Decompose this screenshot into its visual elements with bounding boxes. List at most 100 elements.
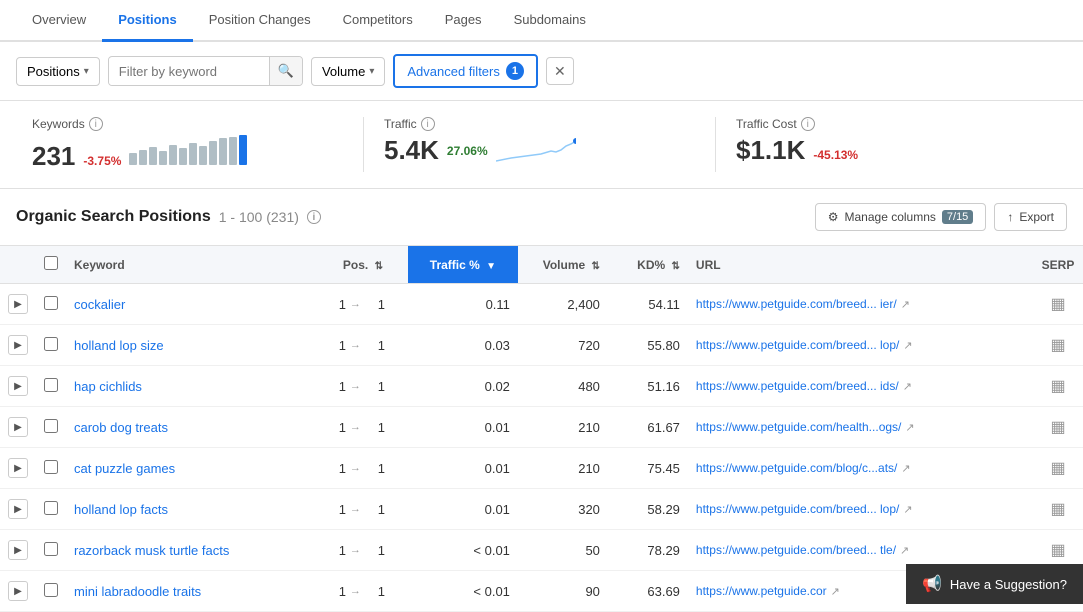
serp-icon[interactable]: ▦ [1050,337,1065,354]
advanced-filters-button[interactable]: Advanced filters 1 [393,54,538,88]
kd-value: 51.16 [647,379,680,394]
volume-dropdown-arrow-icon: ▾ [369,66,374,77]
expand-button[interactable]: ▶ [8,376,28,396]
col-pos-header[interactable]: Pos. ⇅ [318,246,408,284]
keyword-link[interactable]: holland lop facts [74,502,168,517]
row-checkbox[interactable] [44,460,58,474]
row-checkbox[interactable] [44,337,58,351]
row-checkbox[interactable] [44,378,58,392]
row-checkbox[interactable] [44,583,58,597]
row-checkbox[interactable] [44,542,58,556]
serp-icon[interactable]: ▦ [1050,419,1065,436]
keyword-link[interactable]: carob dog treats [74,420,168,435]
external-link-icon[interactable]: ↗ [900,544,909,557]
serp-icon[interactable]: ▦ [1050,378,1065,395]
section-header: Organic Search Positions 1 - 100 (231) i… [0,189,1083,245]
keyword-link[interactable]: cockalier [74,297,125,312]
tab-position-changes[interactable]: Position Changes [193,0,327,42]
col-url-header[interactable]: URL [688,246,1033,284]
bar [129,153,137,165]
keyword-cell: mini labradoodle traits [66,571,318,612]
external-link-icon[interactable]: ↗ [901,462,910,475]
row-checkbox[interactable] [44,501,58,515]
section-info-icon[interactable]: i [307,210,321,224]
manage-columns-button[interactable]: ⚙ Manage columns 7/15 [815,203,987,231]
expand-cell: ▶ [0,325,36,366]
url-link[interactable]: https://www.petguide.com/breed... ids/ [696,379,899,393]
url-link[interactable]: https://www.petguide.com/breed... ier/ [696,297,897,311]
url-link[interactable]: https://www.petguide.com/breed... tle/ [696,543,896,557]
url-link[interactable]: https://www.petguide.cor [696,584,827,598]
traffic-cell: 0.03 [408,325,518,366]
kd-value: 58.29 [647,502,680,517]
keyword-link[interactable]: razorback musk turtle facts [74,543,229,558]
tab-competitors[interactable]: Competitors [327,0,429,42]
external-link-icon[interactable]: ↗ [905,421,914,434]
pos-arrow-icon: → [350,544,361,556]
row-checkbox[interactable] [44,419,58,433]
expand-button[interactable]: ▶ [8,581,28,601]
traffic-label: Traffic [384,117,417,131]
serp-cell: ▦ [1033,448,1083,489]
traffic-cost-label: Traffic Cost [736,117,797,131]
tab-positions[interactable]: Positions [102,0,193,42]
export-icon: ↑ [1007,210,1013,224]
url-link[interactable]: https://www.petguide.com/breed... lop/ [696,338,899,352]
select-all-checkbox[interactable] [44,256,58,270]
suggestion-banner[interactable]: 📢 Have a Suggestion? [906,564,1083,604]
pos-cell: 1 → 1 [318,407,408,448]
external-link-icon[interactable]: ↗ [903,380,912,393]
expand-button[interactable]: ▶ [8,335,28,355]
kd-sort-icon: ⇅ [672,261,680,272]
serp-icon[interactable]: ▦ [1050,296,1065,313]
expand-button[interactable]: ▶ [8,458,28,478]
col-serp-header[interactable]: SERP [1033,246,1083,284]
kd-value: 61.67 [647,420,680,435]
volume-dropdown[interactable]: Volume ▾ [311,57,385,86]
keywords-change: -3.75% [83,154,121,168]
url-link[interactable]: https://www.petguide.com/breed... lop/ [696,502,899,516]
keyword-link[interactable]: cat puzzle games [74,461,175,476]
serp-icon[interactable]: ▦ [1050,460,1065,477]
suggestion-label: Have a Suggestion? [950,577,1067,592]
expand-button[interactable]: ▶ [8,294,28,314]
col-volume-header[interactable]: Volume ⇅ [518,246,608,284]
volume-cell: 720 [518,325,608,366]
tab-overview[interactable]: Overview [16,0,102,42]
keywords-info-icon[interactable]: i [89,117,103,131]
external-link-icon[interactable]: ↗ [903,503,912,516]
volume-value: 50 [585,543,599,558]
col-keyword-header[interactable]: Keyword [66,246,318,284]
external-link-icon[interactable]: ↗ [903,339,912,352]
external-link-icon[interactable]: ↗ [901,298,910,311]
checkbox-cell [36,366,66,407]
external-link-icon[interactable]: ↗ [831,585,840,598]
url-link[interactable]: https://www.petguide.com/blog/c...ats/ [696,461,897,475]
results-table-wrapper: Keyword Pos. ⇅ Traffic % ▼ Volume ⇅ KD% … [0,245,1083,612]
traffic-info-icon[interactable]: i [421,117,435,131]
tab-subdomains[interactable]: Subdomains [498,0,602,42]
kd-cell: 55.80 [608,325,688,366]
keyword-link[interactable]: hap cichlids [74,379,142,394]
traffic-cost-metric: Traffic Cost i $1.1K -45.13% [716,117,1067,172]
url-link[interactable]: https://www.petguide.com/health...ogs/ [696,420,901,434]
tab-pages[interactable]: Pages [429,0,498,42]
serp-icon[interactable]: ▦ [1050,501,1065,518]
keyword-link[interactable]: mini labradoodle traits [74,584,201,599]
col-traffic-header[interactable]: Traffic % ▼ [408,246,518,284]
expand-button[interactable]: ▶ [8,499,28,519]
row-checkbox[interactable] [44,296,58,310]
clear-filters-button[interactable]: ✕ [546,57,574,85]
section-range: 1 - 100 (231) [219,209,299,225]
search-input[interactable] [109,58,269,85]
serp-icon[interactable]: ▦ [1050,542,1065,559]
positions-dropdown[interactable]: Positions ▾ [16,57,100,86]
keyword-link[interactable]: holland lop size [74,338,164,353]
expand-button[interactable]: ▶ [8,540,28,560]
col-kd-header[interactable]: KD% ⇅ [608,246,688,284]
search-icon[interactable]: 🔍 [269,57,302,85]
export-button[interactable]: ↑ Export [994,203,1067,231]
volume-cell: 210 [518,448,608,489]
traffic-cost-info-icon[interactable]: i [801,117,815,131]
expand-button[interactable]: ▶ [8,417,28,437]
